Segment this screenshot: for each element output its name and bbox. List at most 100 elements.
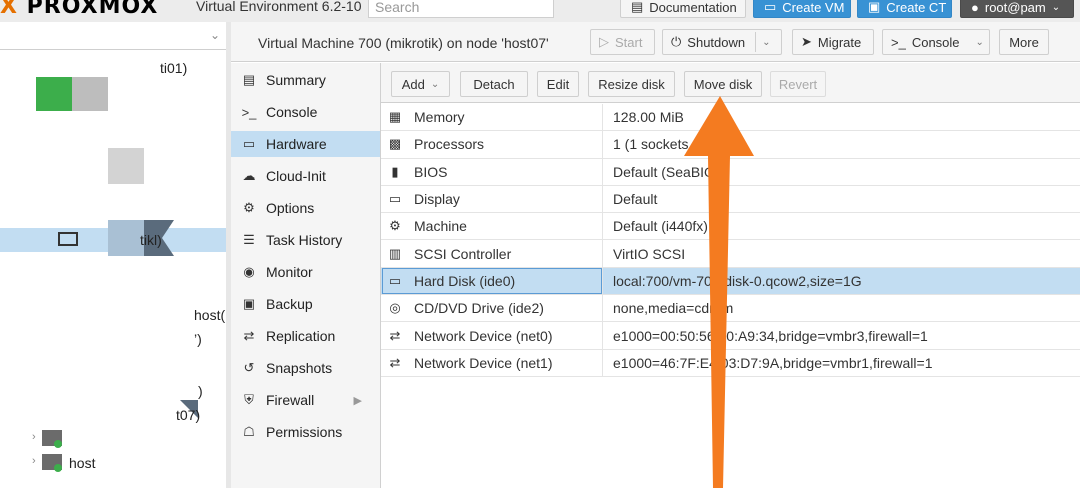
hardware-row[interactable]: ⚙ Machine Default (i440fx) <box>381 213 1080 241</box>
nav-item-label: Console <box>266 104 318 120</box>
user-icon: ● <box>971 0 979 15</box>
exchange-icon: ⇄ <box>389 327 401 343</box>
terminal-icon: >_ <box>891 34 906 50</box>
redaction-block <box>36 77 72 111</box>
chevron-down-icon[interactable]: ⌄ <box>762 37 770 48</box>
create-ct-button[interactable]: ▣ Create CT <box>857 0 952 18</box>
user-menu-button[interactable]: ● root@pam ⌄ <box>960 0 1074 18</box>
hardware-row[interactable]: ⇄ Network Device (net1) e1000=46:7F:E4:03:… <box>381 350 1080 377</box>
nav-item-snapshots[interactable]: ↺ Snapshots <box>231 355 380 381</box>
nav-item-label: Monitor <box>266 264 313 280</box>
hardware-value: VirtIO SCSI <box>613 245 686 262</box>
nav-item-console[interactable]: >_ Console <box>231 99 380 125</box>
play-icon: ▷ <box>599 34 609 49</box>
status-ok-icon <box>54 440 62 448</box>
nav-item-label: Task History <box>266 232 343 248</box>
chevron-down-icon: ⌄ <box>209 28 220 42</box>
migrate-button[interactable]: ➤ Migrate <box>792 29 874 55</box>
retweet-icon: ⇄ <box>243 328 255 343</box>
hardware-key: Display <box>414 191 460 208</box>
tree-node-label[interactable]: tikl) <box>140 232 162 248</box>
documentation-button[interactable]: ▤ Documentation <box>620 0 746 18</box>
shutdown-button[interactable]: ⏻ Shutdown ⌄ <box>662 29 782 55</box>
nav-item-label: Cloud-Init <box>266 168 326 184</box>
resize-disk-button[interactable]: Resize disk <box>588 71 675 97</box>
hardware-row[interactable]: ▦ Memory 128.00 MiB <box>381 104 1080 132</box>
more-button[interactable]: More <box>999 29 1049 55</box>
history-icon: ↺ <box>243 360 255 375</box>
nav-item-firewall[interactable]: ⛨ Firewall ▶ <box>231 387 380 413</box>
tree-node-label[interactable]: ti01) <box>160 60 187 76</box>
nav-item-replication[interactable]: ⇄ Replication <box>231 323 380 349</box>
start-button[interactable]: ▷ Start <box>590 29 655 55</box>
tree-node-label[interactable]: t07) <box>176 407 200 423</box>
floppy-icon: ▣ <box>242 296 256 311</box>
hardware-row[interactable]: ▩ Processors 1 (1 sockets <box>381 131 1080 159</box>
create-vm-button[interactable]: ▭ Create VM <box>753 0 851 18</box>
hardware-row[interactable]: ⇄ Network Device (net0) e1000=00:50:56:00:… <box>381 322 1080 350</box>
database-icon: ▥ <box>388 245 402 261</box>
view-selector[interactable]: ⌄ <box>0 22 226 50</box>
nav-item-label: Replication <box>266 328 336 344</box>
nav-item-label: Summary <box>266 72 326 88</box>
proxmox-logo: X PROXMOX <box>0 0 159 19</box>
nav-item-summary[interactable]: ▤ Summary <box>231 67 380 93</box>
chevron-down-icon[interactable]: ⌄ <box>976 37 984 48</box>
monitor-icon <box>58 232 78 246</box>
nav-item-monitor[interactable]: ◉ Monitor <box>231 259 380 285</box>
hardware-value: e1000=00:50:56:00:A9:34,bridge=vmbr3,fir… <box>613 327 928 344</box>
microchip-icon: ▮ <box>391 163 399 179</box>
nav-item-permissions[interactable]: ☖ Permissions <box>231 419 380 445</box>
cube-icon: ▣ <box>868 0 881 14</box>
hardware-row[interactable]: ▥ SCSI Controller VirtIO SCSI <box>381 240 1080 268</box>
hdd-icon: ▭ <box>388 272 402 288</box>
gear-icon: ⚙ <box>243 200 255 215</box>
hardware-value: local:700/vm-700-disk-0.qcow2,size=1G <box>613 272 862 289</box>
hardware-key: Machine <box>414 218 467 235</box>
expand-arrow-icon[interactable]: › <box>32 455 36 467</box>
cloud-icon: ☁ <box>242 168 256 183</box>
hardware-toolbar: Add ⌄ Detach Edit Resize disk Move disk … <box>381 63 1080 103</box>
nav-item-options[interactable]: ⚙ Options <box>231 195 380 221</box>
hardware-key: Network Device (net0) <box>414 327 553 344</box>
hardware-row[interactable]: ▮ BIOS Default (SeaBIO <box>381 159 1080 186</box>
nav-item-cloud-init[interactable]: ☁ Cloud-Init <box>231 163 380 189</box>
unlock-icon: ☖ <box>243 424 255 439</box>
hardware-key: SCSI Controller <box>414 245 512 262</box>
nav-item-task-history[interactable]: ☰ Task History <box>231 227 380 253</box>
tree-node-label[interactable]: host <box>69 455 95 471</box>
nav-item-backup[interactable]: ▣ Backup <box>231 291 380 317</box>
hardware-key: Processors <box>414 136 485 153</box>
terminal-icon: >_ <box>241 104 257 120</box>
add-button[interactable]: Add ⌄ <box>391 71 450 97</box>
nav-item-label: Firewall <box>266 392 315 408</box>
hardware-row[interactable]: ◎ CD/DVD Drive (ide2) none,media=cdrom <box>381 295 1080 323</box>
tree-node-label[interactable]: ) <box>198 383 203 399</box>
exchange-icon: ⇄ <box>389 354 401 370</box>
desktop-icon: ▭ <box>388 191 402 207</box>
nav-item-label: Permissions <box>266 424 343 440</box>
move-disk-button[interactable]: Move disk <box>684 71 762 97</box>
expand-arrow-icon[interactable]: › <box>32 431 36 443</box>
search-input[interactable] <box>368 0 554 18</box>
tree-node-label[interactable]: ’) <box>194 331 202 347</box>
console-button[interactable]: >_ Console ⌄ <box>882 29 990 55</box>
detach-button[interactable]: Detach <box>460 71 528 97</box>
hardware-value: e1000=46:7F:E4:03:D7:9A,bridge=vmbr1,fir… <box>613 354 933 371</box>
chevron-right-icon: ▶ <box>353 394 362 407</box>
eye-icon: ◉ <box>243 264 255 279</box>
nav-item-label: Backup <box>266 296 313 312</box>
nav-item-label: Options <box>266 200 315 216</box>
hardware-value: Default (i440fx) <box>613 218 708 235</box>
edit-button[interactable]: Edit <box>537 71 579 97</box>
version-label: Virtual Environment 6.2-10 <box>196 0 362 14</box>
cpu-icon: ▩ <box>388 136 402 152</box>
resource-tree: ⌄ ti01) tikl) host( ’) ) t07) › › host <box>0 22 228 488</box>
hardware-row[interactable]: ▭ Hard Disk (ide0) local:700/vm-700-disk-0… <box>381 267 1080 296</box>
nav-item-hardware[interactable]: ▭ Hardware <box>231 131 380 157</box>
list-icon: ☰ <box>243 232 255 247</box>
hardware-row[interactable]: ▭ Display Default <box>381 186 1080 214</box>
nav-item-label: Hardware <box>266 136 327 152</box>
revert-button[interactable]: Revert <box>770 71 826 97</box>
tree-node-label[interactable]: host( <box>194 307 225 323</box>
